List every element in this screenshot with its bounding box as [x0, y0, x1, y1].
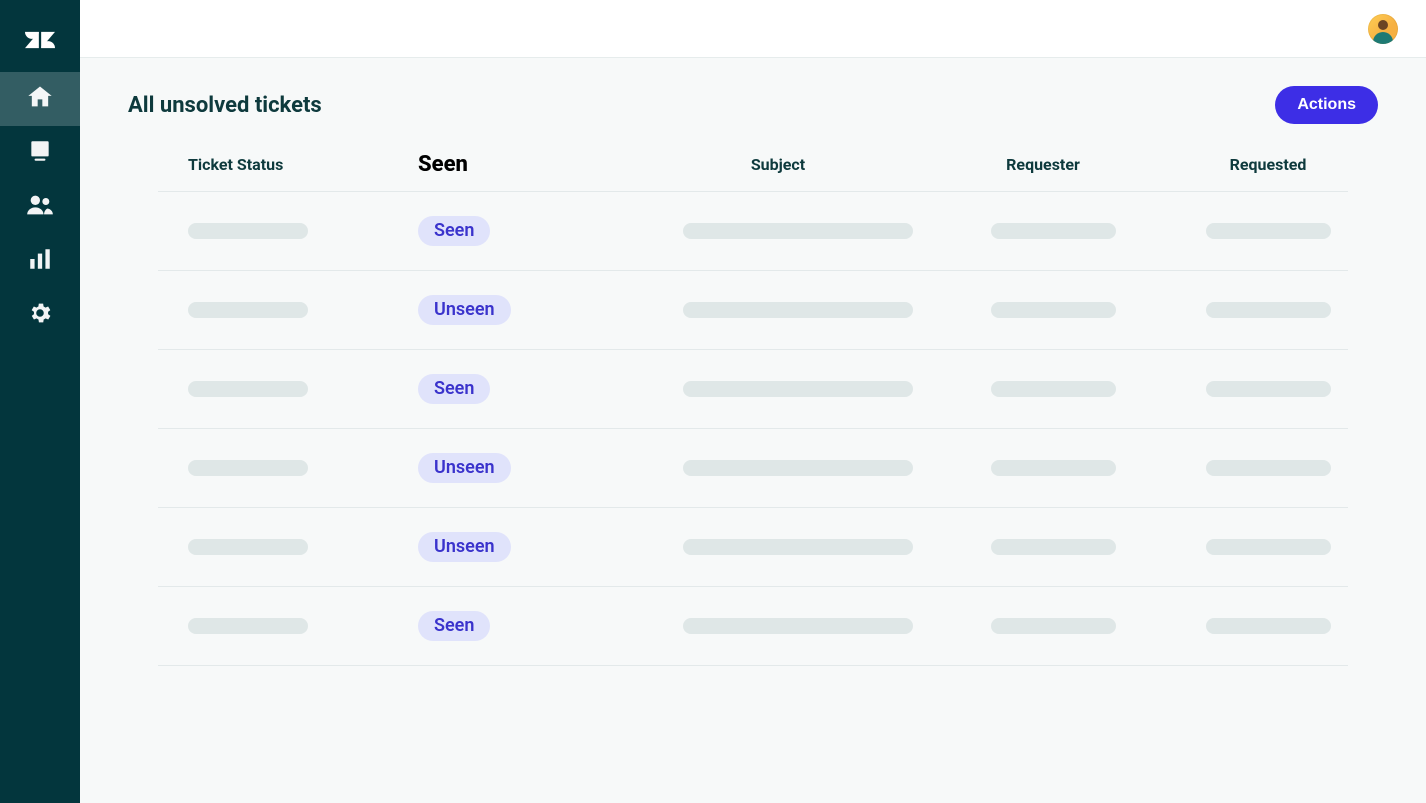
home-icon — [26, 83, 54, 115]
views-icon — [27, 138, 53, 168]
table-row[interactable]: Seen — [158, 586, 1348, 666]
content-area: All unsolved tickets Actions Ticket Stat… — [80, 58, 1426, 803]
seen-badge: Seen — [418, 374, 490, 404]
status-placeholder — [188, 302, 308, 318]
subject-placeholder — [683, 223, 913, 239]
requester-placeholder — [991, 539, 1116, 555]
table-row[interactable]: Unseen — [158, 428, 1348, 507]
subject-placeholder — [683, 539, 913, 555]
requested-placeholder — [1206, 460, 1331, 476]
requested-placeholder — [1206, 223, 1331, 239]
requested-placeholder — [1206, 381, 1331, 397]
reporting-icon — [27, 246, 53, 276]
column-header-subject[interactable]: Subject — [648, 155, 948, 174]
status-placeholder — [188, 381, 308, 397]
column-header-requested[interactable]: Requested — [1158, 155, 1378, 174]
seen-badge: Unseen — [418, 453, 511, 483]
actions-button[interactable]: Actions — [1275, 86, 1378, 124]
requester-placeholder — [991, 618, 1116, 634]
user-avatar[interactable] — [1368, 14, 1398, 44]
requester-placeholder — [991, 460, 1116, 476]
requested-placeholder — [1206, 302, 1331, 318]
seen-badge: Seen — [418, 216, 490, 246]
seen-badge: Seen — [418, 611, 490, 641]
status-placeholder — [188, 539, 308, 555]
status-placeholder — [188, 460, 308, 476]
table-row[interactable]: Unseen — [158, 270, 1348, 349]
column-header-status[interactable]: Ticket Status — [188, 155, 418, 174]
requested-placeholder — [1206, 618, 1331, 634]
sidebar — [0, 0, 80, 803]
subject-placeholder — [683, 302, 913, 318]
subject-placeholder — [683, 618, 913, 634]
status-placeholder — [188, 618, 308, 634]
requester-placeholder — [991, 381, 1116, 397]
requester-placeholder — [991, 223, 1116, 239]
column-header-seen[interactable]: Seen — [418, 152, 648, 177]
sidebar-item-views[interactable] — [0, 126, 80, 180]
sidebar-item-reporting[interactable] — [0, 234, 80, 288]
table-row[interactable]: Unseen — [158, 507, 1348, 586]
topbar — [80, 0, 1426, 58]
requested-placeholder — [1206, 539, 1331, 555]
table-header: Ticket Status Seen Subject Requester Req… — [158, 152, 1348, 191]
sidebar-item-admin[interactable] — [0, 288, 80, 342]
seen-badge: Unseen — [418, 295, 511, 325]
subject-placeholder — [683, 460, 913, 476]
tickets-table: Ticket Status Seen Subject Requester Req… — [158, 152, 1348, 666]
sidebar-item-customers[interactable] — [0, 180, 80, 234]
zendesk-logo-icon — [14, 14, 66, 66]
seen-badge: Unseen — [418, 532, 511, 562]
customers-icon — [26, 191, 54, 223]
page-title: All unsolved tickets — [128, 93, 322, 118]
settings-icon — [27, 300, 53, 330]
column-header-requester[interactable]: Requester — [948, 155, 1158, 174]
requester-placeholder — [991, 302, 1116, 318]
table-row[interactable]: Seen — [158, 349, 1348, 428]
sidebar-item-home[interactable] — [0, 72, 80, 126]
status-placeholder — [188, 223, 308, 239]
table-row[interactable]: Seen — [158, 191, 1348, 270]
subject-placeholder — [683, 381, 913, 397]
